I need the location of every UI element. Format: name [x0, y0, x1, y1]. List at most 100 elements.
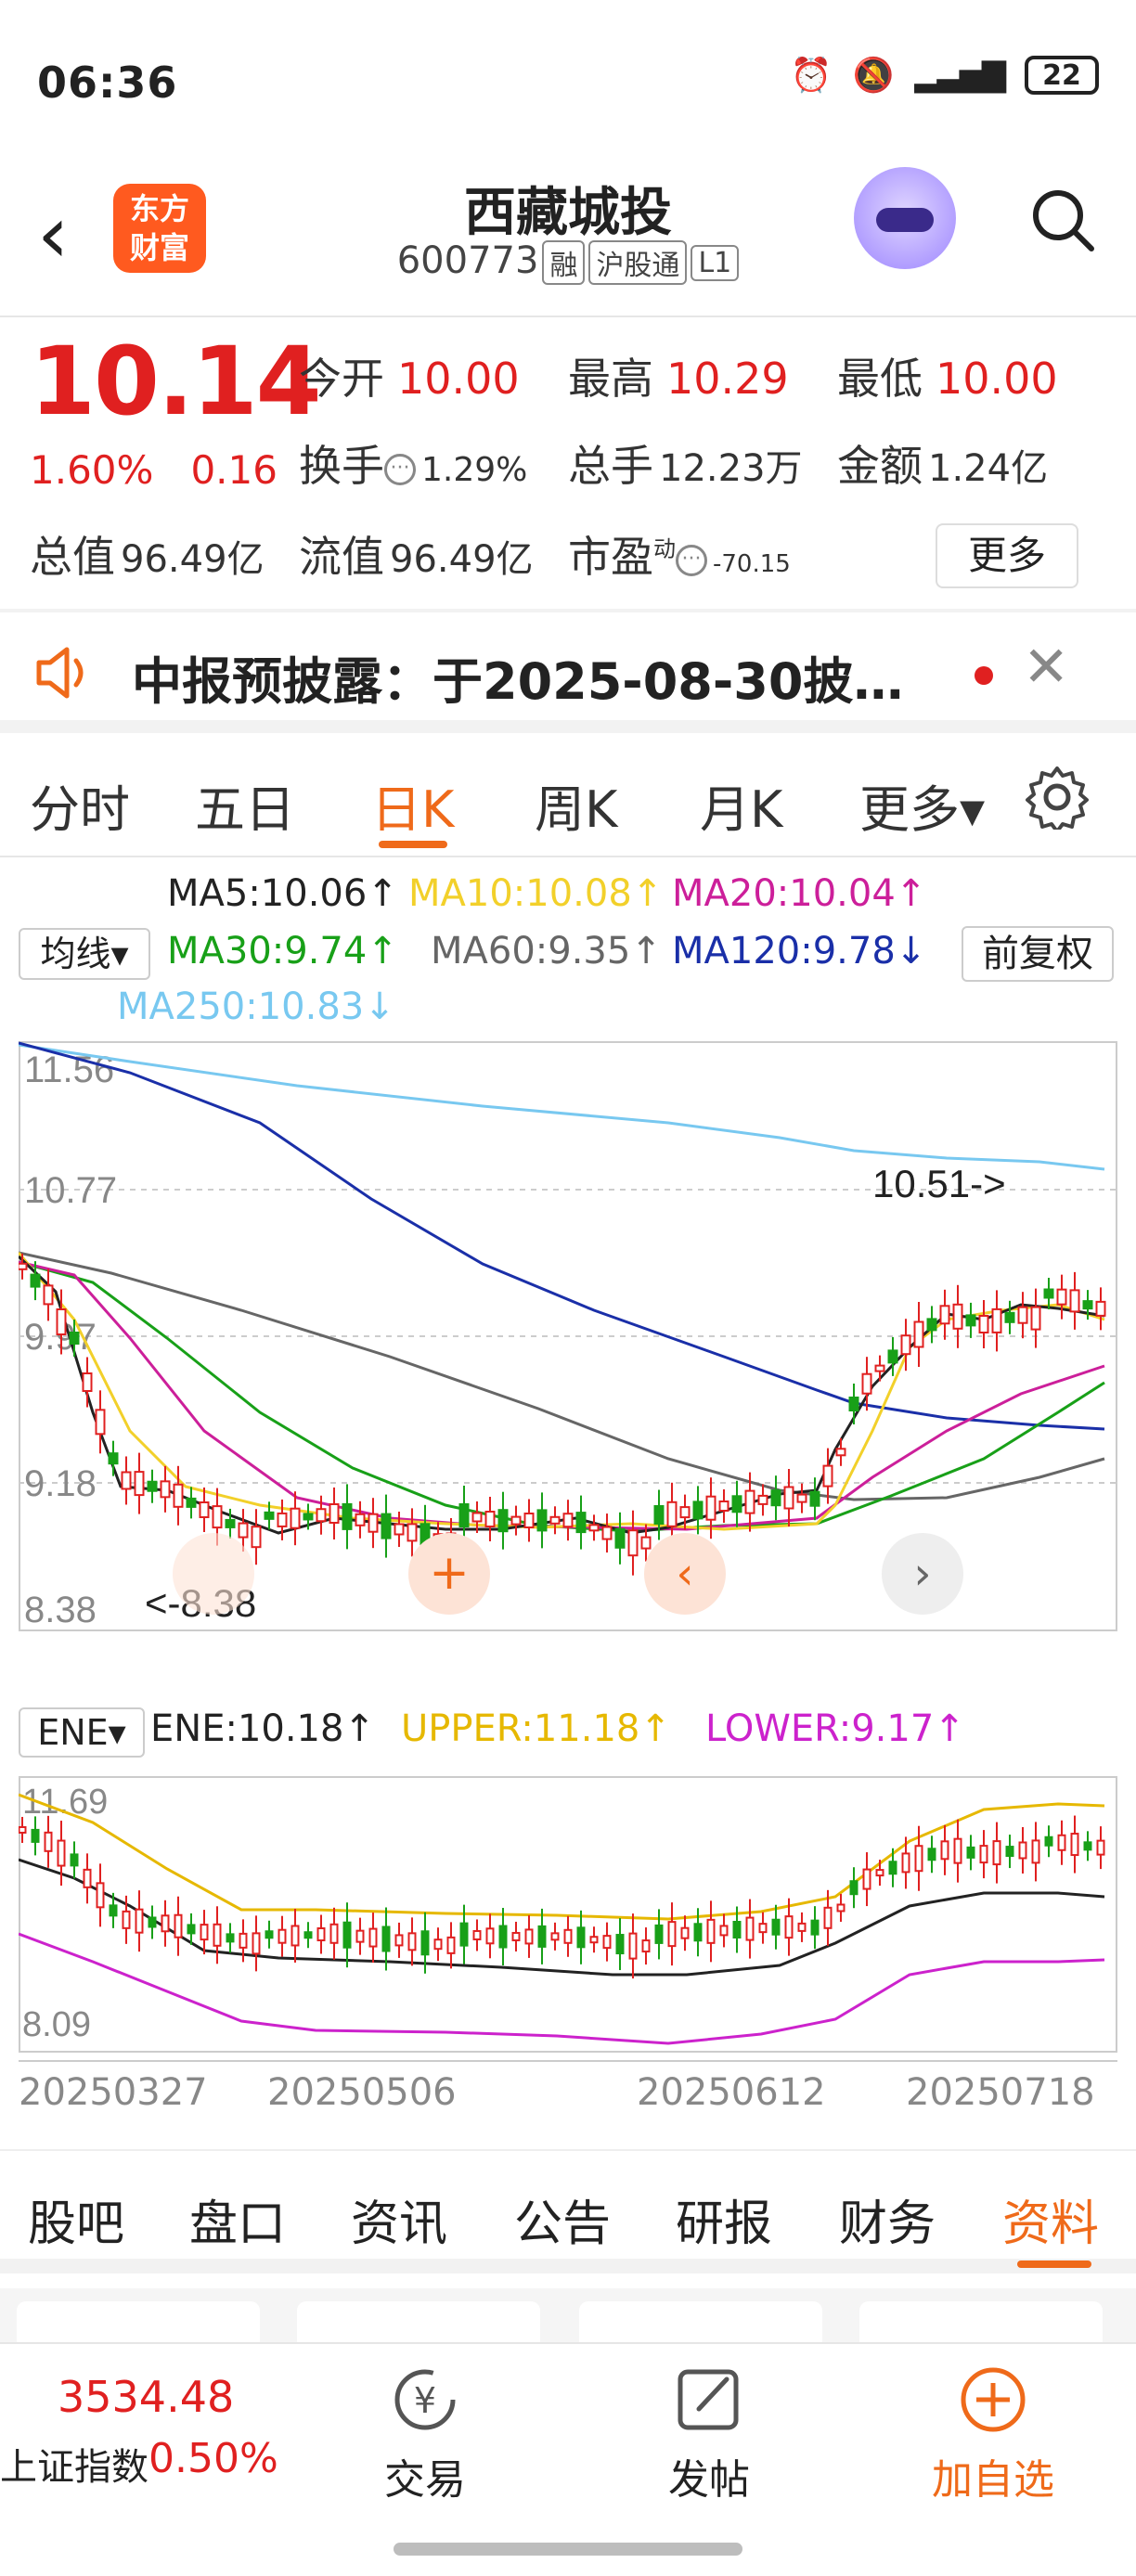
post-button[interactable]: 发帖 — [616, 2363, 802, 2505]
candle-body — [511, 1931, 521, 1941]
high-value: 10.29 — [666, 354, 789, 404]
amount-field: 金额 1.24亿 — [837, 432, 1048, 494]
tab-announcements[interactable]: 公告 — [514, 2184, 611, 2254]
battery-icon: 22 — [1025, 56, 1099, 95]
period-tabs: 分时 五日 日K 周K 月K 更多▾ — [0, 737, 1136, 857]
candle-body — [978, 1315, 989, 1333]
candle-body — [355, 1513, 366, 1526]
tab-intraday[interactable]: 分时 — [30, 768, 130, 842]
candle-body — [913, 1320, 924, 1348]
candle-body — [265, 1930, 274, 1939]
info-icon[interactable]: ··· — [384, 453, 416, 485]
candle-body — [121, 1471, 132, 1490]
ene-chart[interactable]: 11.69 8.09 — [19, 1776, 1117, 2054]
candle-body — [381, 1926, 391, 1952]
candle-body — [524, 1928, 534, 1945]
candle-body — [588, 1524, 600, 1532]
trade-icon: ¥ — [394, 2369, 456, 2430]
tab-orderbook[interactable]: 盘口 — [189, 2184, 286, 2254]
floatcap-label: 流值 — [299, 532, 384, 582]
notice-bar[interactable]: 中报预披露：于2025-08-30披… ✕ — [0, 612, 1136, 733]
close-icon[interactable]: ✕ — [1023, 635, 1069, 700]
pe-value: -70.15 — [713, 550, 791, 578]
info-icon[interactable]: ··· — [676, 544, 707, 576]
index-change: 0.50% — [148, 2435, 278, 2482]
candle-body — [537, 1925, 547, 1948]
ma60-label: MA60:9.35↑ — [431, 930, 662, 972]
tab-daily-k[interactable]: 日K — [371, 768, 454, 842]
candle-body — [602, 1935, 612, 1950]
tab-guba[interactable]: 股吧 — [28, 2184, 124, 2254]
candle-body — [797, 1922, 807, 1932]
candle-body — [19, 1262, 28, 1270]
tab-5day[interactable]: 五日 — [195, 768, 295, 842]
candle-body — [861, 1372, 872, 1395]
candle-body — [745, 1916, 755, 1941]
candle-body — [900, 1334, 911, 1356]
candle-body — [783, 1486, 794, 1510]
settings-gear-icon[interactable] — [1025, 765, 1090, 830]
trade-button[interactable]: ¥ 交易 — [332, 2363, 518, 2505]
candle-body — [705, 1495, 716, 1521]
x-label-1: 20250327 — [19, 2071, 208, 2114]
tab-news[interactable]: 资讯 — [351, 2184, 447, 2254]
candle-body — [822, 1464, 833, 1488]
kline-chart[interactable]: 11.56 10.77 9.97 9.18 8.38 10.51-> <-8.3… — [19, 1041, 1117, 1631]
adjust-button[interactable]: 前复权 — [962, 926, 1114, 982]
pe-sup: 动 — [653, 535, 676, 562]
candle-body — [472, 1929, 482, 1940]
indicator-selector[interactable]: 均线▾ — [19, 928, 150, 980]
mktcap-field: 总值 96.49亿 — [30, 523, 265, 585]
candle-body — [888, 1861, 897, 1875]
candle-body — [19, 1825, 27, 1834]
zoom-out-button[interactable] — [173, 1533, 254, 1615]
more-quote-button[interactable]: 更多 — [936, 523, 1078, 588]
candle-body — [1057, 1834, 1066, 1851]
candle-body — [252, 1932, 261, 1955]
candle-body — [835, 1448, 846, 1457]
ene-selector[interactable]: ENE▾ — [19, 1707, 145, 1758]
candle-body — [614, 1527, 626, 1549]
lower-line — [19, 1932, 1105, 2045]
candle-body — [640, 1536, 652, 1550]
tab-more[interactable]: 更多▾ — [859, 768, 985, 842]
candle-body — [628, 1932, 638, 1960]
candle-body — [497, 1509, 509, 1533]
candle-body — [757, 1494, 768, 1505]
tab-weekly-k[interactable]: 周K — [535, 768, 617, 842]
ma10-label: MA10:10.08↑ — [408, 872, 664, 915]
candle-body — [965, 1314, 976, 1327]
candle-body — [849, 1880, 858, 1896]
assistant-avatar[interactable] — [854, 167, 956, 269]
index-ticker[interactable]: 3534.48 上证指数 0.50% — [0, 2344, 278, 2511]
tab-profile[interactable]: 资料 — [1002, 2184, 1099, 2254]
search-icon[interactable] — [1028, 186, 1095, 252]
candle-body — [627, 1529, 639, 1557]
candle-body — [732, 1920, 742, 1938]
stock-code: 600773 — [396, 239, 539, 282]
speaker-icon — [36, 647, 84, 699]
candle-body — [82, 1372, 93, 1392]
candle-body — [226, 1933, 235, 1943]
candle-body — [30, 1273, 41, 1288]
candle-body — [251, 1526, 262, 1549]
system-icons: ⏰ 🔕 ▂▃▅▇ 22 — [791, 56, 1099, 95]
candle-body — [239, 1932, 248, 1949]
tab-monthly-k[interactable]: 月K — [700, 768, 782, 842]
candle-body — [160, 1480, 171, 1499]
add-watchlist-button[interactable]: 加自选 — [900, 2363, 1086, 2505]
candle-body — [1096, 1839, 1105, 1856]
tab-finance[interactable]: 财务 — [839, 2184, 936, 2254]
x-label-2: 20250506 — [267, 2071, 457, 2114]
amount-label: 金额 — [837, 441, 923, 491]
turnover-label: 换手 — [299, 441, 384, 491]
candle-body — [187, 1924, 196, 1935]
home-indicator — [394, 2543, 742, 2556]
candle-body — [940, 1840, 949, 1861]
x-label-4: 20250718 — [906, 2071, 1095, 2114]
open-value: 10.00 — [397, 354, 520, 404]
tab-research[interactable]: 研报 — [676, 2184, 772, 2254]
candle-body — [758, 1923, 768, 1934]
mktcap-value: 96.49亿 — [121, 538, 265, 581]
candle-body — [96, 1882, 105, 1909]
